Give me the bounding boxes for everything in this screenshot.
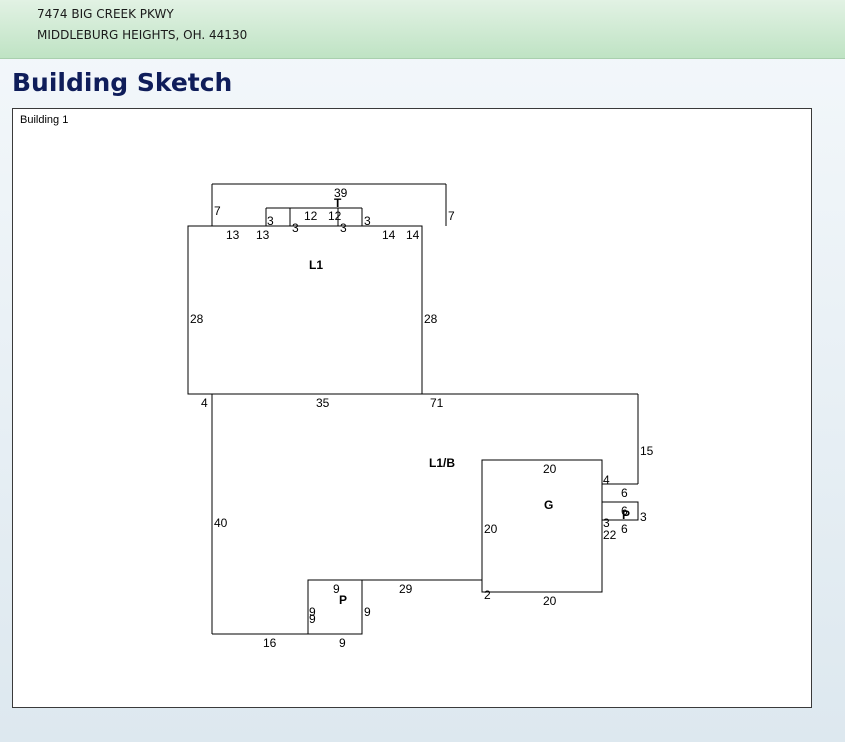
- dim-label: 6: [621, 504, 628, 518]
- garage-outline: [481, 459, 603, 593]
- dim-label: 6: [621, 522, 628, 536]
- area-label-garage: G: [544, 498, 553, 512]
- dim-label: 20: [543, 594, 557, 608]
- dim-label: 28: [424, 312, 438, 326]
- dim-label: 71: [430, 396, 444, 410]
- dim-label: 9: [333, 582, 340, 596]
- dim-label: 40: [214, 516, 228, 530]
- area-label-front-porch: P: [339, 593, 347, 607]
- dim-label: 9: [339, 636, 346, 650]
- dim-label: 7: [448, 209, 455, 223]
- building-sketch-panel: Building 1 T L1 L1/B G P P 39 7 7 3 3 3 …: [12, 108, 812, 708]
- area-label-l1b: L1/B: [429, 456, 455, 470]
- dim-label: 12: [304, 209, 318, 223]
- address-line-1: 7474 BIG CREEK PKWY: [37, 7, 174, 21]
- dim-label: 22: [603, 528, 617, 542]
- dim-label: 4: [603, 473, 610, 487]
- dim-label: 14: [406, 228, 420, 242]
- dim-label: 16: [263, 636, 277, 650]
- area-label-l1: L1: [309, 258, 323, 272]
- dim-label: 3: [364, 214, 371, 228]
- dim-label: 3: [603, 516, 610, 530]
- l1-outline: [187, 225, 423, 395]
- dim-label: 13: [226, 228, 240, 242]
- dim-label: 35: [316, 396, 330, 410]
- dim-label: 20: [543, 462, 557, 476]
- dim-label: 2: [484, 588, 491, 602]
- dim-label: 39: [334, 186, 348, 200]
- dim-label: 3: [267, 214, 274, 228]
- dim-label: 12: [328, 209, 342, 223]
- dim-label: 9: [309, 612, 316, 626]
- page-title: Building Sketch: [12, 68, 233, 97]
- dim-label: 13: [256, 228, 270, 242]
- address-line-2: MIDDLEBURG HEIGHTS, OH. 44130: [37, 28, 248, 42]
- dim-label: 28: [190, 312, 204, 326]
- dim-label: 7: [214, 204, 221, 218]
- dim-label: 14: [382, 228, 396, 242]
- property-header: 7474 BIG CREEK PKWY MIDDLEBURG HEIGHTS, …: [0, 0, 845, 59]
- dim-label: 9: [364, 605, 371, 619]
- dim-label: 20: [484, 522, 498, 536]
- dim-label: 3: [340, 221, 347, 235]
- dim-label: 3: [292, 221, 299, 235]
- dim-label: 29: [399, 582, 413, 596]
- dim-label: 4: [201, 396, 208, 410]
- dim-label: 3: [640, 510, 647, 524]
- dim-label: 15: [640, 444, 654, 458]
- dim-label: 6: [621, 486, 628, 500]
- sketch-drawing: T L1 L1/B G P P 39 7 7 3 3 3 3 12 12 13 …: [187, 183, 654, 650]
